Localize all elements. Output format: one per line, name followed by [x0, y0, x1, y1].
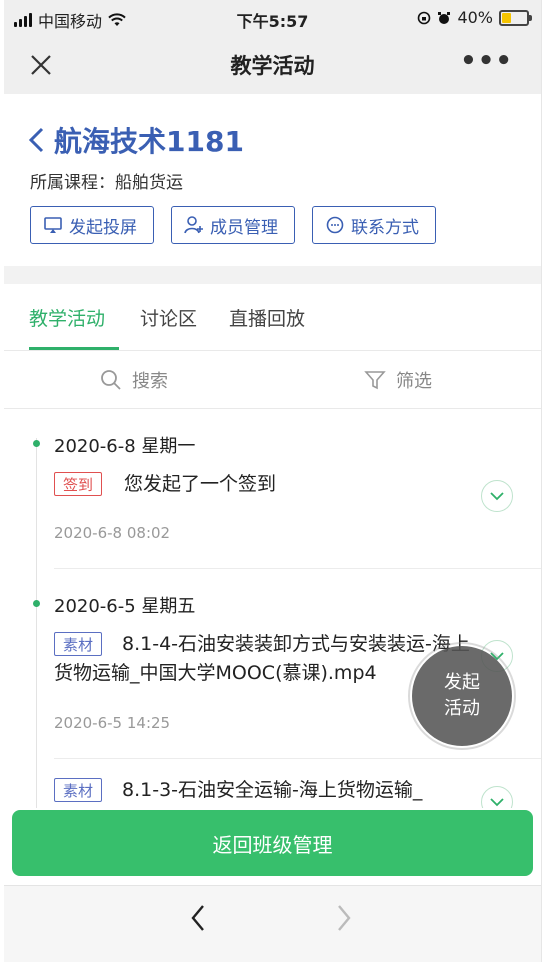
divider — [54, 568, 541, 569]
filter-label: 筛选 — [396, 371, 432, 392]
search-filter-bar: 搜索 筛选 — [4, 350, 541, 409]
section-gap — [4, 266, 541, 284]
search-icon — [101, 370, 121, 390]
search-button[interactable]: 搜索 — [100, 367, 168, 393]
chevron-left-icon[interactable] — [28, 127, 46, 153]
battery-percent: 40% — [457, 8, 493, 27]
app-frame: 中国移动 下午5:57 40% 教学活动 ••• 航海技术1181 所属课程：船… — [4, 0, 542, 962]
battery-fill — [502, 12, 511, 23]
member-add-icon — [184, 216, 203, 234]
chat-icon — [326, 216, 344, 234]
contact-label: 联系方式 — [351, 217, 419, 238]
contact-button[interactable]: 联系方式 — [312, 206, 436, 244]
activity-date: 2020-6-5 星期五 — [54, 596, 196, 617]
divider — [54, 758, 541, 759]
tab-live-replay[interactable]: 直播回放 — [229, 304, 305, 331]
status-right: 40% — [417, 8, 532, 27]
fab-label-line2: 活动 — [444, 698, 480, 719]
class-header: 航海技术1181 所属课程：船舶货运 发起投屏 成员管理 联系方式 — [4, 94, 541, 266]
tab-activities[interactable]: 教学活动 — [29, 304, 105, 331]
screencast-label: 发起投屏 — [69, 217, 137, 238]
screencast-icon — [44, 217, 62, 233]
member-manage-button[interactable]: 成员管理 — [171, 206, 295, 244]
activity-time: 2020-6-8 08:02 — [54, 524, 171, 542]
forward-arrow-icon[interactable] — [336, 904, 352, 940]
timeline-dot — [33, 440, 40, 447]
class-name: 航海技术1181 — [54, 125, 244, 158]
expand-chevron-icon[interactable] — [481, 786, 513, 808]
screencast-button[interactable]: 发起投屏 — [30, 206, 154, 244]
activity-text: 您发起了一个签到 — [124, 473, 277, 495]
expand-chevron-icon[interactable] — [481, 480, 513, 512]
orientation-lock-icon — [418, 11, 431, 24]
return-class-management-button[interactable]: 返回班级管理 — [12, 810, 533, 876]
member-manage-label: 成员管理 — [210, 217, 278, 238]
timeline-line — [36, 438, 37, 808]
back-arrow-icon[interactable] — [190, 904, 206, 940]
class-title[interactable]: 航海技术1181 — [28, 120, 244, 160]
filter-icon — [364, 371, 386, 390]
start-activity-button[interactable]: 发起 活动 — [412, 646, 512, 746]
tab-bar: 教学活动 讨论区 直播回放 — [4, 284, 541, 351]
filter-button[interactable]: 筛选 — [364, 367, 432, 393]
header-buttons: 发起投屏 成员管理 联系方式 — [30, 206, 436, 244]
course-line: 所属课程：船舶货运 — [30, 173, 183, 193]
activity-time: 2020-6-5 14:25 — [54, 714, 171, 732]
battery-icon — [499, 9, 532, 26]
nav-bar: 教学活动 ••• — [4, 36, 541, 94]
sign-in-tag: 签到 — [54, 472, 103, 496]
tab-discussion[interactable]: 讨论区 — [140, 304, 197, 331]
more-icon[interactable]: ••• — [460, 46, 513, 76]
search-label: 搜索 — [132, 371, 168, 392]
alarm-icon — [438, 11, 451, 24]
timeline-dot — [33, 600, 40, 607]
fab-label-line1: 发起 — [444, 672, 480, 693]
activity-text: 8.1-3-石油安全运输-海上货物运输_ — [122, 779, 423, 801]
bottom-nav-bar — [4, 885, 541, 962]
activity-date: 2020-6-8 星期一 — [54, 436, 196, 457]
status-bar: 中国移动 下午5:57 40% — [4, 0, 541, 36]
